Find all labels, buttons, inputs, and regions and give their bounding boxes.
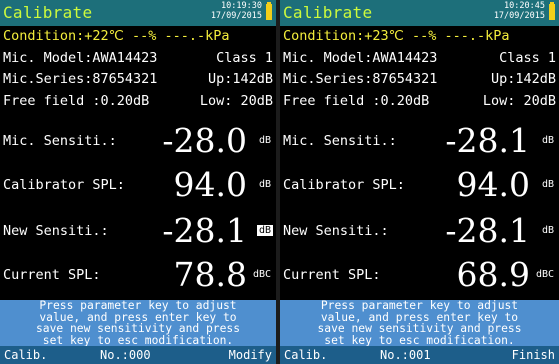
calibrate-screen-finish: Calibrate 10:20:45 17/09/2015 Condition:…	[280, 0, 559, 364]
date-display: 17/09/2015	[493, 11, 545, 21]
mic-sensitivity-value: -28.0	[162, 121, 247, 160]
modify-softkey[interactable]: Modify	[229, 346, 272, 364]
mic-model-row: Mic. Model:AWA14423 Class 1	[283, 48, 556, 68]
mic-sensitivity-unit: dB	[541, 135, 554, 146]
record-number: No.:000	[100, 348, 151, 362]
current-spl-unit: dBC	[252, 269, 271, 280]
lower-limit: Low: 20dB	[482, 93, 556, 109]
help-line: save new sensitivity and press	[35, 322, 241, 335]
battery-icon	[549, 2, 555, 20]
calibrate-screen-modify: Calibrate 10:19:30 17/09/2015 Condition:…	[0, 0, 276, 364]
mic-class: Class 1	[499, 50, 556, 66]
help-line: Press parameter key to adjust	[39, 299, 237, 312]
current-spl-unit: dBC	[535, 269, 554, 280]
calibrator-spl-label: Calibrator SPL:	[3, 177, 125, 193]
calibrator-spl-unit: dB	[258, 179, 271, 190]
date-display: 17/09/2015	[210, 11, 262, 21]
current-spl-row: Current SPL: 68.9 dBC	[283, 252, 556, 298]
finish-softkey[interactable]: Finish	[512, 346, 555, 364]
mic-series: Mic.Series:87654321	[3, 71, 158, 87]
current-spl-label: Current SPL:	[283, 267, 381, 283]
mic-model: Mic. Model:AWA14423	[3, 50, 158, 66]
calibrator-spl-value: 94.0	[173, 165, 247, 204]
new-sensitivity-row[interactable]: New Sensiti.: -28.1 dB	[3, 208, 273, 254]
current-spl-row: Current SPL: 78.8 dBC	[3, 252, 273, 298]
mic-series-row: Mic.Series:87654321 Up:142dB	[283, 69, 556, 89]
screen-title: Calibrate	[3, 3, 93, 22]
mic-sensitivity-value: -28.1	[445, 121, 530, 160]
time-display: 10:20:45	[504, 1, 545, 11]
calibrator-spl-value: 94.0	[456, 165, 530, 204]
mic-sensitivity-label: Mic. Sensiti.:	[3, 133, 117, 149]
mic-series-row: Mic.Series:87654321 Up:142dB	[3, 69, 273, 89]
battery-icon	[266, 2, 272, 20]
new-sensitivity-unit: dB	[541, 225, 554, 236]
help-text: Press parameter key to adjust value, and…	[280, 300, 559, 346]
help-line: set key to esc modification.	[42, 333, 234, 347]
help-line: save new sensitivity and press	[317, 322, 522, 335]
screen-title: Calibrate	[283, 3, 373, 22]
condition-row: Condition:+23℃ --% ---.-kPa	[283, 28, 510, 44]
time-display: 10:19:30	[221, 1, 262, 11]
free-field: Free field :0.20dB	[283, 93, 430, 109]
record-number: No.:001	[380, 348, 431, 362]
upper-limit: Up:142dB	[490, 71, 556, 87]
title-bar: Calibrate 10:19:30 17/09/2015	[0, 0, 276, 26]
datetime: 10:19:30 17/09/2015	[198, 1, 262, 21]
free-field-row: Free field :0.20dB Low: 20dB	[3, 91, 273, 111]
lower-limit: Low: 20dB	[199, 93, 273, 109]
condition-row: Condition:+22℃ --% ---.-kPa	[3, 28, 230, 44]
mic-sensitivity-unit: dB	[258, 135, 271, 146]
new-sensitivity-row: New Sensiti.: -28.1 dB	[283, 208, 556, 254]
mic-model-row: Mic. Model:AWA14423 Class 1	[3, 48, 273, 68]
new-sensitivity-label: New Sensiti.:	[283, 223, 389, 239]
mic-series: Mic.Series:87654321	[283, 71, 438, 87]
mic-sensitivity-row: Mic. Sensiti.: -28.0 dB	[3, 118, 273, 164]
current-spl-value: 68.9	[456, 255, 530, 294]
free-field: Free field :0.20dB	[3, 93, 150, 109]
current-spl-label: Current SPL:	[3, 267, 101, 283]
new-sensitivity-unit-selected[interactable]: dB	[256, 225, 273, 236]
help-line: Press parameter key to adjust	[320, 299, 519, 312]
mic-sensitivity-label: Mic. Sensiti.:	[283, 133, 397, 149]
new-sensitivity-label: New Sensiti.:	[3, 223, 109, 239]
help-line: set key to esc modification.	[324, 333, 515, 347]
help-text: Press parameter key to adjust value, and…	[0, 300, 276, 346]
upper-limit: Up:142dB	[207, 71, 273, 87]
title-bar: Calibrate 10:20:45 17/09/2015	[280, 0, 559, 26]
new-sensitivity-value[interactable]: -28.1	[162, 208, 247, 254]
mic-sensitivity-row: Mic. Sensiti.: -28.1 dB	[283, 118, 556, 164]
mic-class: Class 1	[216, 50, 273, 66]
datetime: 10:20:45 17/09/2015	[481, 1, 545, 21]
calibrator-spl-row: Calibrator SPL: 94.0 dB	[283, 162, 556, 208]
current-spl-value: 78.8	[173, 255, 247, 294]
calibrator-spl-row: Calibrator SPL: 94.0 dB	[3, 162, 273, 208]
bottom-bar: Calib. No.:000 Modify	[0, 346, 276, 364]
new-sensitivity-value: -28.1	[445, 211, 530, 250]
mic-model: Mic. Model:AWA14423	[283, 50, 438, 66]
free-field-row: Free field :0.20dB Low: 20dB	[283, 91, 556, 111]
calibrator-spl-unit: dB	[541, 179, 554, 190]
mode-label: Calib.	[284, 348, 328, 362]
calibrator-spl-label: Calibrator SPL:	[283, 177, 405, 193]
bottom-bar: Calib. No.:001 Finish	[280, 346, 559, 364]
mode-label: Calib.	[4, 348, 48, 362]
screens-container: Calibrate 10:19:30 17/09/2015 Condition:…	[0, 0, 559, 364]
